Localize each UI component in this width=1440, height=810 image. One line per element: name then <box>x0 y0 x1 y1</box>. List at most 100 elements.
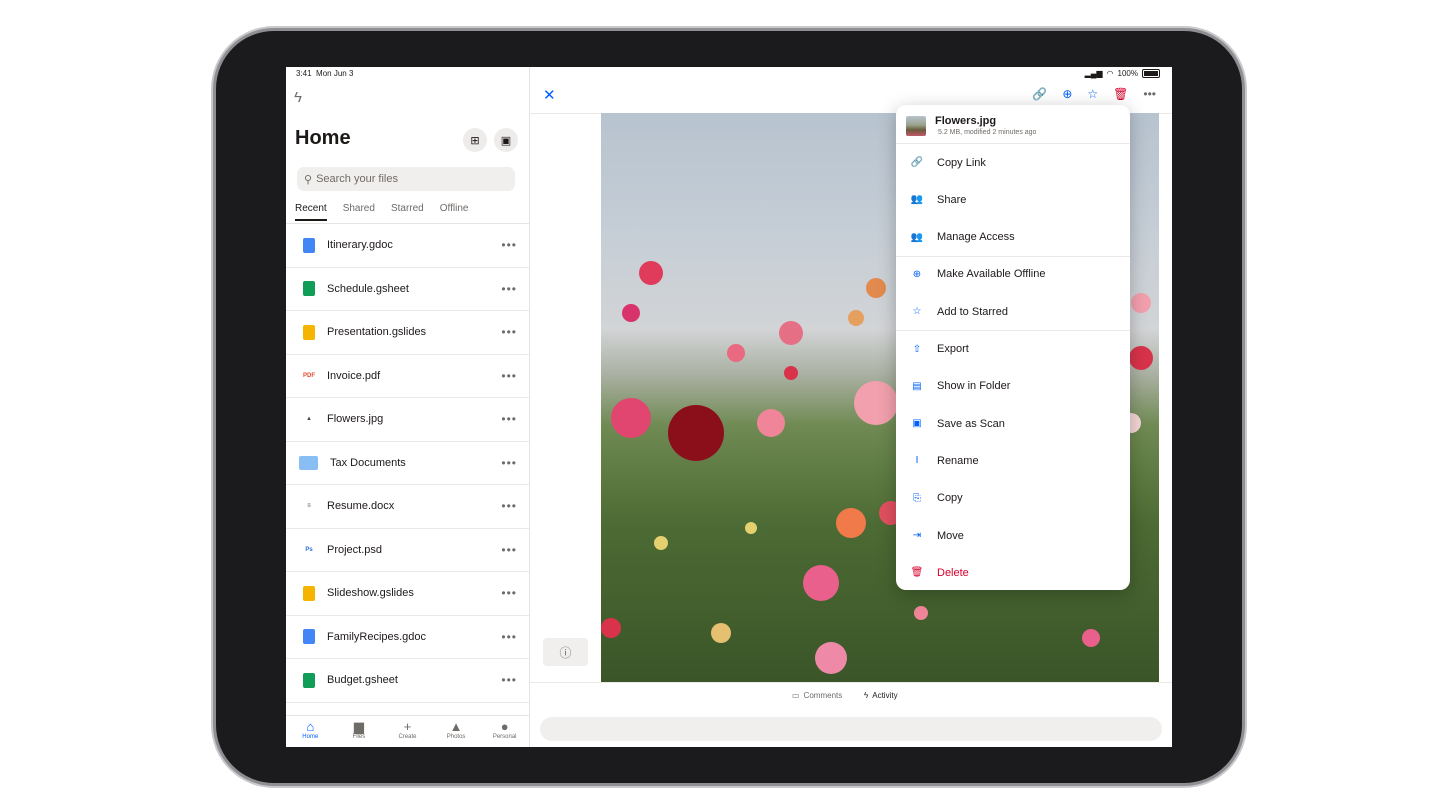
more-options-icon[interactable]: ••• <box>501 369 517 383</box>
more-options-icon[interactable]: ••• <box>501 673 517 687</box>
menu-item-move[interactable]: ⇥ Move <box>896 517 1130 554</box>
file-actions-menu: Flowers.jpg 5.2 MB, modified 2 minutes a… <box>896 105 1130 590</box>
menu-item-label: Move <box>937 529 964 542</box>
star-icon[interactable]: ☆ <box>1087 87 1098 101</box>
more-options-icon[interactable]: ••• <box>501 543 517 557</box>
file-row[interactable]: Presentation.gslides ••• <box>286 311 529 355</box>
menu-item-label: Export <box>937 343 969 355</box>
menu-item-label: Show in Folder <box>937 380 1011 393</box>
bottom-nav: ⌂ Home ▆ Files + Create ▲ Photos ● Personal <box>286 715 529 747</box>
menu-item-label: Copy Link <box>937 156 986 169</box>
menu-item-share[interactable]: 👥 Share <box>896 181 1130 218</box>
tab-shared[interactable]: Shared <box>343 203 375 221</box>
comments-tab[interactable]: ▭ Comments <box>792 691 842 700</box>
menu-item-label: Add to Starred <box>937 305 1008 318</box>
menu-item-label: Delete <box>937 566 969 579</box>
nav-photos-icon: ▲ <box>449 719 463 734</box>
offline-icon[interactable]: ⊕ <box>1062 87 1072 101</box>
file-name: Budget.gsheet <box>327 674 398 687</box>
menu-item-delete[interactable]: 🗑 Delete <box>896 554 1130 591</box>
tab-recent[interactable]: Recent <box>295 203 327 221</box>
delete-icon[interactable]: 🗑 <box>1113 87 1128 101</box>
file-list: Itinerary.gdoc ••• Schedule.gsheet ••• Prese… <box>286 224 529 746</box>
more-options-icon[interactable]: ••• <box>501 325 517 339</box>
menu-item-copy-link[interactable]: 🔗 Copy Link <box>896 144 1130 181</box>
comment-input[interactable] <box>540 717 1162 741</box>
more-options-icon[interactable]: ••• <box>501 499 517 513</box>
file-row[interactable]: FamilyRecipes.gdoc ••• <box>286 616 529 659</box>
file-row[interactable]: Schedule.gsheet ••• <box>286 268 529 311</box>
more-options-icon[interactable]: ••• <box>501 412 517 426</box>
nav-personal[interactable]: ● Personal <box>485 716 525 747</box>
more-options-icon[interactable]: ••• <box>501 586 517 600</box>
nav-label: Home <box>302 734 319 740</box>
file-thumbnail <box>906 116 926 136</box>
dropbox-bolt-icon[interactable]: ϟ <box>294 89 302 106</box>
menu-item-rename[interactable]: I Rename <box>896 442 1130 479</box>
file-row[interactable]: ≡ Resume.docx ••• <box>286 485 529 529</box>
file-name: Flowers.jpg <box>327 413 384 426</box>
nav-create[interactable]: + Create <box>387 716 427 747</box>
file-name: Project.psd <box>327 543 383 556</box>
menu-item-add-to-starred[interactable]: ☆ Add to Starred <box>896 293 1130 332</box>
nav-label: Personal <box>492 734 517 740</box>
file-name: Invoice.pdf <box>327 369 381 382</box>
nav-files[interactable]: ▆ Files <box>339 716 379 747</box>
file-row[interactable]: Budget.gsheet ••• <box>286 659 529 703</box>
file-row[interactable]: Ps Project.psd ••• <box>286 529 529 572</box>
menu-item-manage-access[interactable]: 👥 Manage Access <box>896 219 1130 257</box>
file-row[interactable]: ▲ Flowers.jpg ••• <box>286 398 529 442</box>
more-options-icon[interactable]: ••• <box>501 630 517 644</box>
link-icon[interactable]: 🔗 <box>1032 87 1047 101</box>
menu-item-save-as-scan[interactable]: ▣ Save as Scan <box>896 405 1130 442</box>
add-to-starred-icon: ☆ <box>912 306 922 318</box>
sidebar: ϟ Home ⊞ ▣ ⚲ Search your files Recent Sh… <box>286 67 530 747</box>
menu-item-label: Save as Scan <box>937 417 1005 430</box>
gsheet-file-icon <box>303 281 315 297</box>
gdoc-file-icon <box>303 629 315 645</box>
more-options-icon[interactable]: ••• <box>501 456 517 470</box>
manage-access-icon: 👥 <box>910 231 924 243</box>
upload-photo-button[interactable]: ⊞ <box>463 128 487 152</box>
delete-icon: 🗑 <box>910 567 924 579</box>
tab-starred[interactable]: Starred <box>391 203 424 221</box>
activity-tab[interactable]: ϟ Activity <box>864 691 898 700</box>
search-icon: ⚲ <box>304 173 313 186</box>
copy-link-icon: 🔗 <box>910 157 924 168</box>
file-name: Presentation.gslides <box>327 326 427 339</box>
menu-item-export[interactable]: ⇧ Export <box>896 331 1130 368</box>
file-row[interactable]: Itinerary.gdoc ••• <box>286 224 529 268</box>
search-input[interactable]: ⚲ Search your files <box>297 167 515 191</box>
file-row[interactable]: PDF Invoice.pdf ••• <box>286 355 529 398</box>
nav-photos[interactable]: ▲ Photos <box>436 716 476 747</box>
file-row[interactable]: Tax Documents ••• <box>286 442 529 485</box>
show-in-folder-icon: ▤ <box>912 380 922 392</box>
more-options-icon[interactable]: ••• <box>501 238 517 252</box>
close-icon[interactable]: ✕ <box>543 86 556 104</box>
info-icon: ⓘ <box>559 645 572 660</box>
nav-files-icon: ▆ <box>353 719 364 734</box>
file-tabs: Recent Shared Starred Offline <box>295 203 468 221</box>
info-button[interactable]: ⓘ <box>543 638 588 666</box>
activity-bolt-icon: ϟ <box>864 691 869 700</box>
share-icon: 👥 <box>910 194 924 206</box>
viewer-toolbar: 🔗 ⊕ ☆ 🗑 ••• <box>1032 87 1156 101</box>
activity-label: Activity <box>872 691 898 700</box>
menu-item-label: Copy <box>937 492 963 505</box>
gslides-file-icon <box>303 585 315 601</box>
tab-offline[interactable]: Offline <box>440 203 469 221</box>
more-options-icon[interactable]: ••• <box>501 282 517 296</box>
menu-item-make-available-offline[interactable]: ⊕ Make Available Offline <box>896 256 1130 293</box>
scan-doc-button[interactable]: ▣ <box>494 128 518 152</box>
more-icon[interactable]: ••• <box>1143 87 1156 101</box>
file-row[interactable]: Slideshow.gslides ••• <box>286 572 529 616</box>
make-available-offline-icon: ⊕ <box>912 268 922 280</box>
menu-item-show-in-folder[interactable]: ▤ Show in Folder <box>896 368 1130 405</box>
menu-file-meta: 5.2 MB, modified 2 minutes ago <box>938 129 1037 136</box>
save-as-scan-icon: ▣ <box>912 418 922 430</box>
nav-home[interactable]: ⌂ Home <box>290 716 330 747</box>
menu-item-copy[interactable]: ⎘ Copy <box>896 480 1130 517</box>
file-name: Slideshow.gslides <box>327 587 414 600</box>
gslides-file-icon <box>303 324 315 340</box>
file-name: Resume.docx <box>327 500 395 513</box>
